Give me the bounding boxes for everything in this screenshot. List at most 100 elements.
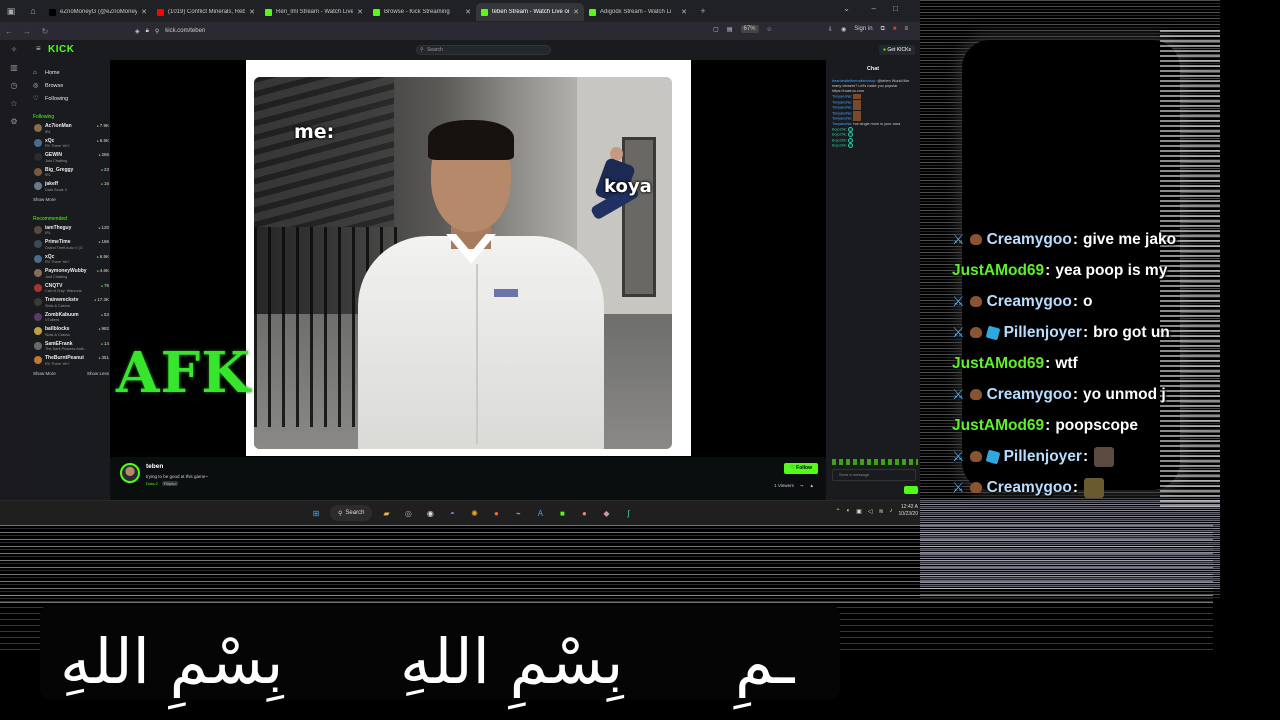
channel-item[interactable]: iamTheguyIRL 120 bbox=[33, 224, 109, 239]
chat-input[interactable]: Send a message bbox=[832, 469, 916, 481]
category-link[interactable]: Dota 2 bbox=[146, 481, 158, 486]
streamer-name[interactable]: teben bbox=[146, 463, 163, 470]
reload-icon[interactable]: ↻ bbox=[36, 27, 54, 36]
tab-close-icon[interactable]: ✕ bbox=[465, 8, 471, 16]
url-field[interactable]: ◈ 🔒︎ ⚲ kick.com/teben bbox=[135, 25, 735, 37]
volume-icon[interactable]: ◁ bbox=[868, 508, 873, 515]
kick-logo[interactable]: KICK bbox=[48, 44, 74, 55]
streamer-avatar[interactable] bbox=[120, 463, 140, 483]
tab-list-icon[interactable]: ⌂ bbox=[22, 0, 44, 22]
extensions-icon[interactable]: ⧉ bbox=[881, 26, 885, 33]
sign-in-link[interactable]: Sign in bbox=[854, 26, 872, 32]
browser-tab[interactable]: (1019) Conflict Minerals, Rebel ✕ bbox=[152, 3, 260, 21]
wifi-icon[interactable]: ≋ bbox=[879, 508, 884, 515]
bookmark-star-icon[interactable]: ☆ bbox=[767, 26, 772, 33]
minimize-button[interactable]: – bbox=[872, 4, 876, 13]
channel-item[interactable]: GEWINJust Chatting 266 bbox=[33, 151, 109, 166]
chat-username[interactable]: Bojo20k bbox=[832, 127, 846, 131]
channel-item[interactable]: Ac7ionManIRL 7.9K bbox=[33, 122, 109, 137]
discord-icon[interactable]: ◓ bbox=[444, 505, 460, 521]
hamburger-icon[interactable]: ≡ bbox=[36, 44, 41, 53]
tracking-icon[interactable]: ⚲ bbox=[155, 28, 159, 35]
clock[interactable]: 12:42 A 10/23/20 bbox=[899, 504, 918, 518]
tab-close-icon[interactable]: ✕ bbox=[681, 8, 687, 16]
shield-icon[interactable]: ◈ bbox=[135, 28, 140, 35]
bookmarks-star-icon[interactable]: ☆ bbox=[0, 94, 28, 112]
channel-item[interactable]: Big_GreggyIRL 23 bbox=[33, 166, 109, 181]
browser-tab[interactable]: eZnoMoneyG (@eZnoMoneyG ✕ bbox=[44, 3, 152, 21]
emote-bar[interactable] bbox=[832, 459, 918, 465]
channel-item[interactable]: CNQTVCall of Duty: Warzone 76 bbox=[33, 282, 109, 297]
channel-item[interactable]: PaymoneyWubbyJust Chatting 4.6K bbox=[33, 267, 109, 282]
more-icon[interactable]: ▲ bbox=[810, 483, 814, 488]
share-icon[interactable]: ⤳ bbox=[800, 483, 804, 488]
maximize-button[interactable]: □ bbox=[893, 4, 898, 13]
channel-item[interactable]: ballblocksSlots & Casino 982 bbox=[33, 325, 109, 340]
channel-item[interactable]: ZombKabuumVTubers 53 bbox=[33, 311, 109, 326]
browser-tab[interactable]: Ren_lml Stream - Watch Live on✕ bbox=[260, 3, 368, 21]
zoom-level[interactable]: 67% bbox=[740, 25, 759, 33]
file-explorer-icon[interactable]: ▰ bbox=[378, 505, 394, 521]
chat-username[interactable]: TonyanoNe bbox=[832, 111, 851, 115]
channel-item[interactable]: xQcRV There Yet? 6.5K bbox=[33, 137, 109, 152]
chat-username[interactable]: Bojo20k bbox=[832, 138, 846, 142]
new-tab-button[interactable]: + bbox=[692, 0, 714, 22]
chat-send-button[interactable] bbox=[904, 486, 918, 494]
firefox-icon[interactable]: ● bbox=[488, 505, 504, 521]
browser-tab[interactable]: Browse - Kick Streaming ✕ bbox=[368, 3, 476, 21]
tray-chevron-icon[interactable]: ⌃ bbox=[836, 508, 841, 515]
nav-item-browse[interactable]: ◎ Browse bbox=[33, 79, 110, 92]
download-icon[interactable]: ⇩ bbox=[828, 26, 833, 33]
account-icon[interactable]: ◉ bbox=[841, 26, 846, 33]
chat-username[interactable]: TonyanoNe bbox=[832, 95, 851, 99]
settings-gear-icon[interactable]: ⚙ bbox=[0, 112, 28, 130]
tab-close-icon[interactable]: ✕ bbox=[249, 8, 255, 16]
channel-item[interactable]: SamEFrankThe Dark Pictures Anth... 14 bbox=[33, 340, 109, 355]
show-less-recommended[interactable]: Show Less bbox=[87, 371, 109, 381]
menu-icon[interactable]: ≡ bbox=[904, 26, 908, 32]
back-icon[interactable]: ← bbox=[0, 27, 18, 36]
channel-item[interactable]: PrimeTimeGrand Theft Auto V (G 186 bbox=[33, 238, 109, 253]
history-icon[interactable]: ◷ bbox=[0, 76, 28, 94]
app-dot-icon[interactable]: ● bbox=[576, 505, 592, 521]
video-player[interactable]: me: koya AFK bbox=[110, 60, 826, 457]
chat-username[interactable]: TonyanoNe bbox=[832, 100, 851, 104]
chat-username[interactable]: Bojo20k bbox=[832, 133, 846, 137]
search-input[interactable]: ⚲ Search bbox=[416, 45, 551, 55]
channel-item[interactable]: TrainwreckstvSlots & Casino 17.3K bbox=[33, 296, 109, 311]
kick-app-icon[interactable]: ■ bbox=[554, 505, 570, 521]
windows-start-icon[interactable]: ⊞ bbox=[308, 505, 324, 521]
steam-icon[interactable]: ◎ bbox=[400, 505, 416, 521]
lock-icon[interactable]: 🔒︎ bbox=[146, 28, 149, 35]
chat-username[interactable]: beardeddelbrenaltsmdrop bbox=[832, 79, 875, 83]
show-more-recommended[interactable]: Show More bbox=[33, 371, 56, 381]
screenshot-icon[interactable]: ▢ bbox=[713, 26, 719, 33]
follow-button[interactable]: ♡ Follow bbox=[784, 463, 818, 474]
obs-icon[interactable]: ◉ bbox=[422, 505, 438, 521]
app-a-icon[interactable]: A bbox=[532, 505, 548, 521]
language-tag[interactable]: Filipino bbox=[161, 481, 179, 486]
tab-close-icon[interactable]: ✕ bbox=[357, 8, 363, 16]
show-more-following[interactable]: Show More bbox=[33, 197, 109, 207]
network-icon[interactable]: ◐ bbox=[847, 508, 851, 514]
tray-app-icon[interactable]: ▣ bbox=[856, 508, 862, 515]
forward-icon[interactable]: → bbox=[18, 27, 36, 36]
nav-item-home[interactable]: ⌂ Home bbox=[33, 66, 110, 79]
get-kicks-button[interactable]: ● Get KICKs bbox=[878, 45, 915, 55]
ide-icon[interactable]: ⌁ bbox=[510, 505, 526, 521]
chat-username[interactable]: TonyanoNe bbox=[832, 122, 851, 126]
chat-username[interactable]: Bojo20k bbox=[832, 144, 846, 148]
chat-username[interactable]: TonyanoNe bbox=[832, 106, 851, 110]
nav-item-following[interactable]: ♡ Following bbox=[33, 92, 110, 105]
tab-close-icon[interactable]: ✕ bbox=[141, 8, 147, 16]
tab-list-chevron-icon[interactable]: ⌄ bbox=[843, 4, 850, 13]
taskbar-search[interactable]: ⚲ Search bbox=[330, 505, 373, 521]
reader-icon[interactable]: ▤ bbox=[727, 26, 733, 33]
channel-item[interactable]: TheBurntPeanutRV There Yet? 351 bbox=[33, 354, 109, 369]
browser-tab[interactable]: teben Stream - Watch Live on K ✕ bbox=[476, 3, 584, 21]
speaker-icon[interactable]: ♪ bbox=[890, 508, 893, 514]
channel-item[interactable]: jakeffDark Souls II 16 bbox=[33, 180, 109, 195]
channel-item[interactable]: xQcRV There Yet? 6.5K bbox=[33, 253, 109, 268]
extension-red-icon[interactable]: ■ bbox=[893, 26, 897, 32]
app-s-icon[interactable]: ʃ bbox=[620, 505, 636, 521]
